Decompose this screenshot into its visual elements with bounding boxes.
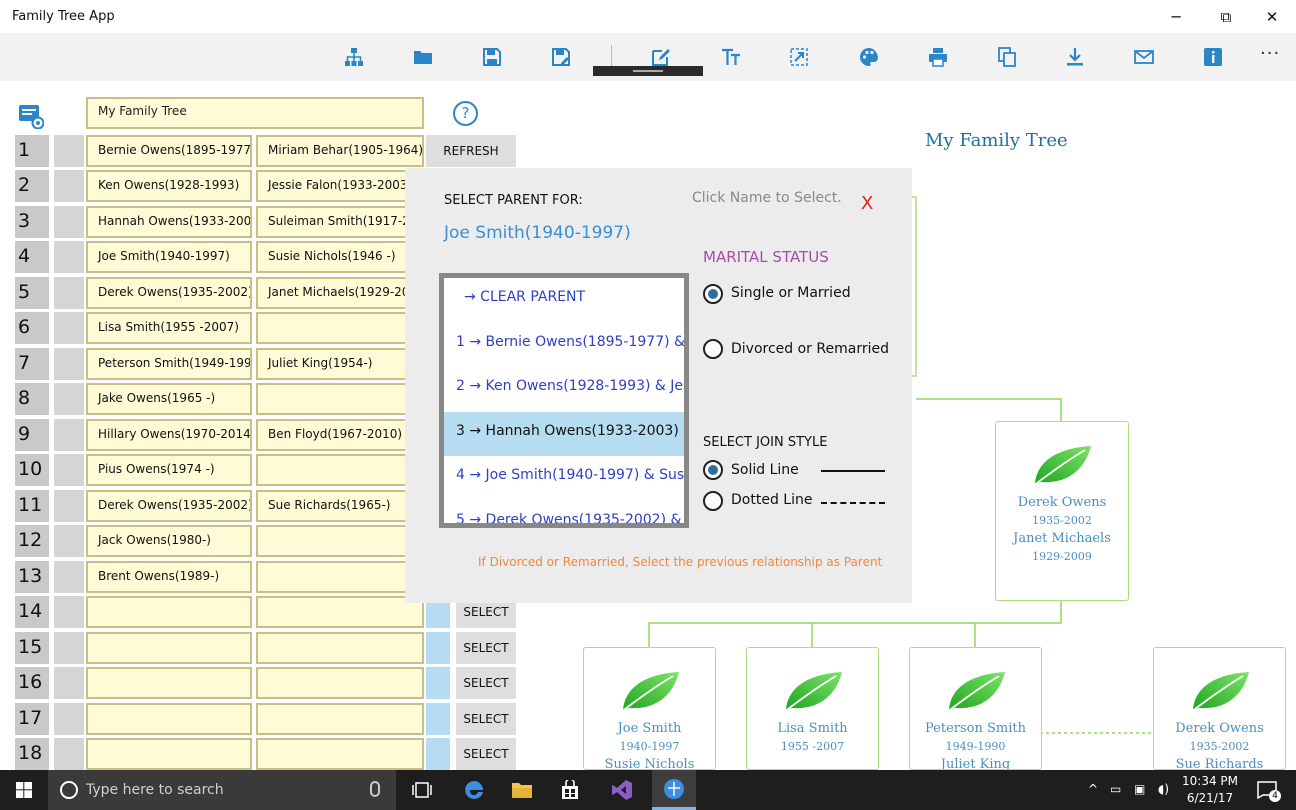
divorced-remarried-radio[interactable]: [703, 339, 723, 359]
divorced-remarried-label: Divorced or Remarried: [731, 341, 889, 357]
parent-option[interactable]: 3 → Hannah Owens(1933-2003) & Suleiman S…: [444, 411, 684, 456]
clear-parent-item[interactable]: → CLEAR PARENT: [444, 278, 684, 322]
dialog-hint: Click Name to Select.: [692, 190, 842, 206]
tree-node[interactable]: Joe Smith 1940-1997 Susie Nichols: [583, 647, 716, 770]
dotted-line-radio[interactable]: [703, 491, 723, 511]
tree-node[interactable]: Peterson Smith 1949-1990 Juliet King: [909, 647, 1042, 770]
leaf-icon: [619, 672, 679, 713]
cortana-icon: [60, 781, 78, 799]
parent-option[interactable]: 5 → Derek Owens(1935-2002) & Janet Micha…: [444, 501, 684, 523]
show-hidden-icons-icon[interactable]: ^: [1088, 782, 1098, 796]
select-parent-dialog: SELECT PARENT FOR: Click Name to Select.…: [405, 168, 912, 603]
clock-date: 6/21/17: [1186, 791, 1234, 805]
node-spouse-years: 1929-2009: [1032, 550, 1092, 563]
task-view-icon[interactable]: [400, 770, 444, 810]
tree-node[interactable]: Derek Owens 1935-2002 Sue Richards: [1153, 647, 1286, 770]
parent-option[interactable]: 1 → Bernie Owens(1895-1977) & Miriam Beh…: [444, 323, 684, 367]
node-name: Joe Smith: [617, 721, 682, 736]
dialog-label: SELECT PARENT FOR:: [444, 193, 583, 208]
leaf-icon: [1032, 446, 1091, 487]
node-spouse: Sue Richards: [1175, 757, 1264, 770]
tree-node[interactable]: Derek Owens 1935-2002 Janet Michaels 1929-2…: [995, 421, 1129, 601]
dialog-person: Joe Smith(1940-1997): [444, 223, 631, 243]
leaf-icon: [945, 672, 1005, 713]
single-married-radio[interactable]: [703, 284, 723, 304]
file-explorer-icon[interactable]: [500, 770, 544, 810]
dotted-line-sample: [821, 502, 885, 504]
store-icon[interactable]: [548, 770, 592, 810]
node-name: Derek Owens: [1175, 721, 1264, 736]
dotted-line-label: Dotted Line: [731, 492, 813, 508]
dialog-note: If Divorced or Remarried, Select the pre…: [478, 555, 883, 569]
solid-line-radio[interactable]: [703, 460, 723, 480]
node-years: 1935-2002: [1189, 740, 1250, 753]
solid-line-sample: [821, 470, 885, 472]
parent-option[interactable]: 4 → Joe Smith(1940-1997) & Susie Nichols…: [444, 456, 684, 500]
marital-status-title: MARITAL STATUS: [703, 248, 829, 266]
windows-logo-icon: [16, 782, 32, 798]
solid-line-label: Solid Line: [731, 462, 799, 478]
leaf-icon: [782, 672, 842, 713]
leaf-icon: [1189, 672, 1249, 713]
clock-time: 10:34 PM: [1182, 774, 1238, 788]
start-button[interactable]: [0, 770, 48, 810]
search-placeholder: Type here to search: [86, 782, 224, 798]
tree-node[interactable]: Lisa Smith 1955 -2007: [746, 647, 879, 770]
visual-studio-icon[interactable]: [600, 770, 644, 810]
volume-icon[interactable]: ◖): [1158, 782, 1169, 796]
node-name: Derek Owens: [1017, 495, 1107, 510]
microphone-icon[interactable]: [370, 781, 380, 797]
family-tree-app-taskbar-icon[interactable]: [652, 770, 696, 810]
parent-list[interactable]: → CLEAR PARENT 1 → Bernie Owens(1895-1977…: [439, 273, 689, 528]
notification-count: 4: [1269, 790, 1281, 802]
node-years: 1940-1997: [619, 740, 680, 753]
node-spouse: Juliet King: [940, 757, 1011, 770]
node-name: Peterson Smith: [925, 721, 1026, 736]
taskbar: Type here to search ^ ▭ ▣ ◖) 10:34 PM 6/…: [0, 770, 1296, 810]
node-years: 1949-1990: [945, 740, 1006, 753]
network-icon[interactable]: ▣: [1134, 782, 1145, 796]
join-style-title: SELECT JOIN STYLE: [703, 435, 828, 450]
edge-browser-icon[interactable]: [452, 770, 496, 810]
node-spouse: Janet Michaels: [1013, 531, 1111, 546]
node-years: 1935-2002: [1032, 514, 1092, 527]
node-years: 1955 -2007: [780, 740, 845, 753]
taskbar-search[interactable]: Type here to search: [48, 770, 396, 810]
single-married-label: Single or Married: [731, 285, 851, 301]
dialog-close-button[interactable]: X: [861, 193, 873, 214]
battery-icon[interactable]: ▭: [1110, 782, 1121, 796]
taskbar-clock[interactable]: 10:34 PM 6/21/17: [1178, 773, 1242, 807]
action-center-icon[interactable]: 4: [1252, 770, 1282, 810]
parent-option[interactable]: 2 → Ken Owens(1928-1993) & Jessie Falon(…: [444, 367, 684, 411]
node-name: Lisa Smith: [777, 721, 848, 736]
node-spouse: Susie Nichols: [604, 757, 695, 770]
